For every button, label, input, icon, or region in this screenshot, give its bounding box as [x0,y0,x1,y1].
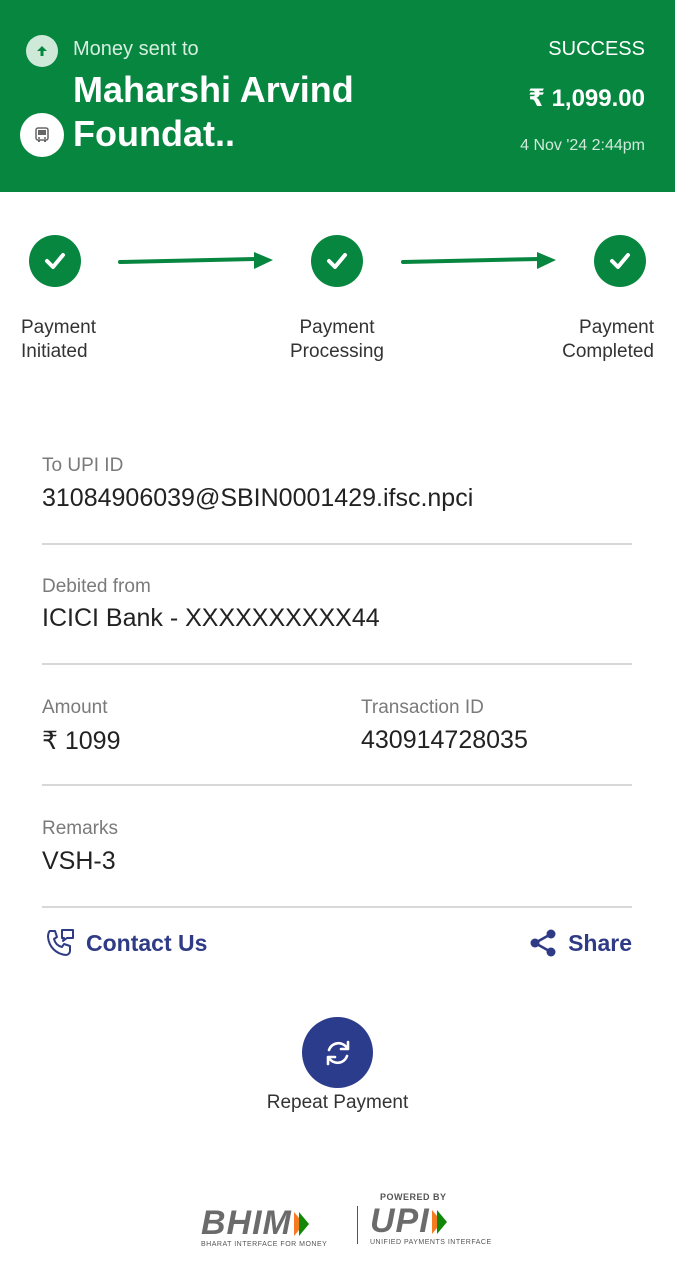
upi-powered-by: POWERED BY [380,1192,447,1202]
arrow-up-icon [26,35,58,67]
step-label-line: Payment [21,317,96,338]
debited-from-value: ICICI Bank - XXXXXXXXXX44 [42,604,380,632]
arrow-right-icon [401,252,556,269]
step-label-processing: Payment Processing [257,316,417,364]
transaction-id-value: 430914728035 [361,726,528,754]
phone-support-icon [47,929,74,956]
money-sent-label: Money sent to [73,38,199,60]
step-label-line: Initiated [21,341,88,362]
check-icon [594,235,646,287]
divider [42,663,632,665]
merchant-icon [20,113,64,157]
amount-value: ₹ 1099 [42,727,121,755]
divider [42,543,632,545]
step-label-completed: Payment Completed [562,316,654,364]
check-icon [29,235,81,287]
upi-wordmark: UPI [370,1202,430,1240]
transaction-id-label: Transaction ID [361,697,484,718]
step-label-line: Payment [579,317,654,338]
upi-id-label: To UPI ID [42,455,124,476]
upi-logo: POWERED BY UPI UNIFIED PAYMENTS INTERFAC… [370,1192,492,1246]
status-badge: SUCCESS [548,38,645,60]
repeat-icon [326,1040,349,1065]
step-label-initiated: Payment Initiated [21,316,96,364]
step-label-line: Processing [290,341,384,362]
bhim-logo: BHIM BHARAT INTERFACE FOR MONEY [201,1204,327,1248]
remarks-label: Remarks [42,818,119,839]
repeat-payment-label: Repeat Payment [266,1092,409,1113]
logo-separator [357,1206,358,1244]
amount-label: Amount [42,697,108,718]
step-label-line: Completed [562,341,654,362]
repeat-payment-button[interactable] [302,1017,373,1088]
bhim-wordmark: BHIM [201,1204,292,1242]
arrow-right-icon [118,252,273,269]
share-icon [530,929,556,957]
payee-name: Maharshi Arvind Foundat.. [73,69,354,154]
transaction-datetime: 4 Nov '24 2:44pm [520,137,645,154]
debited-from-label: Debited from [42,576,151,597]
contact-us-label: Contact Us [86,929,208,956]
check-icon [311,235,363,287]
divider [42,906,632,908]
bhim-tagline: BHARAT INTERFACE FOR MONEY [201,1241,328,1248]
share-button[interactable]: Share [528,926,632,960]
upi-tagline: UNIFIED PAYMENTS INTERFACE [370,1239,492,1246]
contact-us-button[interactable]: Contact Us [44,926,207,960]
step-label-line: Payment [299,317,375,338]
divider [42,784,632,786]
header-amount: ₹ 1,099.00 [528,85,645,112]
upi-id-value: 31084906039@SBIN0001429.ifsc.npci [42,484,474,512]
share-label: Share [568,929,632,956]
upi-arrow-icon [431,1209,447,1234]
transaction-header: Money sent to Maharshi Arvind Foundat.. … [0,0,675,192]
bhim-arrow-icon [293,1211,309,1236]
remarks-value: VSH-3 [42,847,116,875]
